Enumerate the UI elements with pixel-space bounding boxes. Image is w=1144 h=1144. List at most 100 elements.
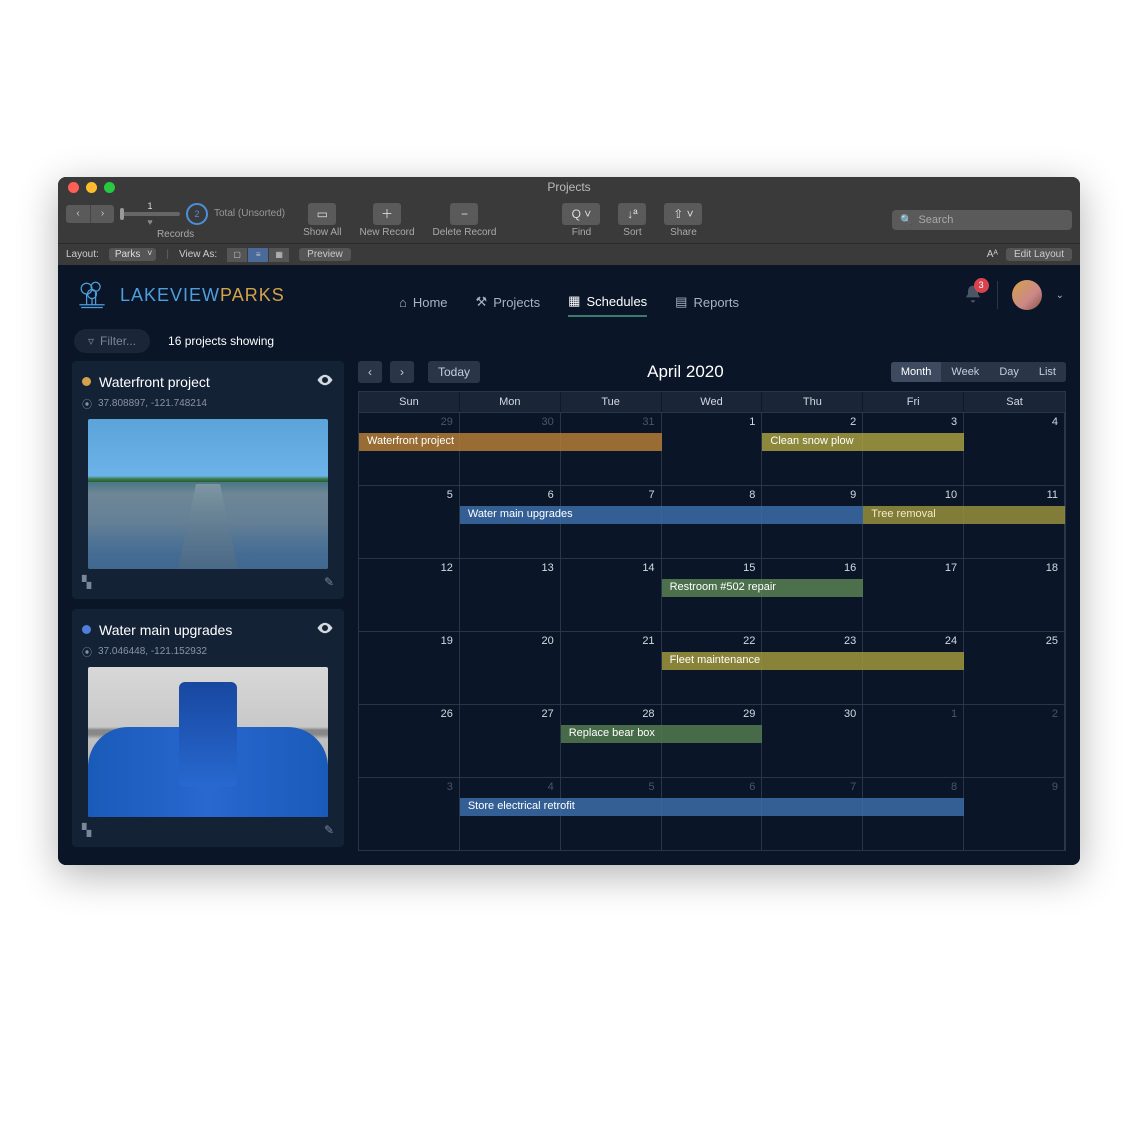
nav-reports[interactable]: ▤Reports <box>675 293 739 317</box>
calendar-cell[interactable]: 17 <box>863 559 964 631</box>
preview-button[interactable]: Preview <box>299 248 351 261</box>
nav-projects[interactable]: ⚒Projects <box>476 293 541 317</box>
search-input[interactable]: 🔍 Search <box>892 210 1072 230</box>
date-number: 16 <box>844 562 856 574</box>
calendar-event[interactable]: Water main upgrades <box>460 506 863 524</box>
view-week[interactable]: Week <box>941 362 989 382</box>
calendar-cell[interactable]: 1 <box>662 413 763 485</box>
hammer-icon: ⚒ <box>476 294 488 310</box>
new-record-label: New Record <box>360 227 415 238</box>
date-number: 28 <box>642 708 654 720</box>
calendar-cell[interactable]: 9 <box>964 778 1065 850</box>
calendar-cell[interactable]: 14 <box>561 559 662 631</box>
card-title: Water main upgrades <box>99 622 308 638</box>
calendar-event[interactable]: Replace bear box <box>561 725 763 743</box>
calendar-event[interactable]: Store electrical retrofit <box>460 798 964 816</box>
delete-record-button[interactable]: − <box>450 203 478 225</box>
layout-label: Layout: <box>66 249 99 260</box>
calendar-event[interactable]: Fleet maintenance <box>662 652 965 670</box>
sort-button[interactable]: ↓ª <box>618 203 646 225</box>
calendar-cell[interactable]: 18 <box>964 559 1065 631</box>
calendar-event[interactable]: Tree removal <box>863 506 1065 524</box>
record-nav[interactable]: ‹ › <box>66 205 114 223</box>
calendar-cell[interactable]: 5 <box>359 486 460 558</box>
prev-record-button[interactable]: ‹ <box>66 205 90 223</box>
day-header: Wed <box>662 392 763 412</box>
calendar-event[interactable]: Waterfront project <box>359 433 662 451</box>
date-number: 23 <box>844 635 856 647</box>
calendar-cell[interactable]: 20 <box>460 632 561 704</box>
calendar-cell[interactable]: 1 <box>863 705 964 777</box>
eye-icon[interactable] <box>316 371 334 392</box>
new-record-button[interactable]: ＋ <box>373 203 401 225</box>
chevron-down-icon[interactable]: ⌄ <box>1056 290 1064 301</box>
view-list[interactable]: List <box>1029 362 1066 382</box>
find-button[interactable]: Q ˅ <box>562 203 600 225</box>
search-icon: 🔍 <box>900 215 912 226</box>
records-label: Records <box>157 229 194 240</box>
calendar-cell[interactable]: 4 <box>964 413 1065 485</box>
calendar-cell[interactable]: 3 <box>359 778 460 850</box>
date-number: 20 <box>541 635 553 647</box>
text-format-button[interactable]: Aᴬ <box>987 249 998 260</box>
share-button[interactable]: ⇧ ˅ <box>664 203 702 225</box>
sort-label: Sort <box>623 227 641 238</box>
card-coords: 37.046448, -121.152932 <box>98 646 207 657</box>
pin-icon: ⦿ <box>82 396 92 411</box>
calendar-cell[interactable]: 2 <box>964 705 1065 777</box>
view-table-icon[interactable]: ▦ <box>269 248 289 262</box>
pencil-icon[interactable]: ✎ <box>324 823 334 837</box>
date-number: 19 <box>441 635 453 647</box>
calendar-cell[interactable]: 12 <box>359 559 460 631</box>
titlebar: Projects <box>58 177 1080 197</box>
view-month[interactable]: Month <box>891 362 942 382</box>
calendar-view-toggle[interactable]: Month Week Day List <box>891 362 1066 382</box>
record-slider[interactable]: 1 ♥ <box>120 201 180 227</box>
view-day[interactable]: Day <box>989 362 1029 382</box>
show-all-button[interactable]: ▭ <box>308 203 336 225</box>
date-number: 30 <box>541 416 553 428</box>
stairs-icon[interactable]: ▚ <box>82 575 91 589</box>
date-number: 2 <box>850 416 856 428</box>
nav-schedules[interactable]: ▦Schedules <box>568 293 647 317</box>
date-number: 22 <box>743 635 755 647</box>
avatar[interactable] <box>1012 280 1042 310</box>
today-button[interactable]: Today <box>428 361 480 383</box>
record-sort-label: Total (Unsorted) <box>214 208 285 219</box>
project-card[interactable]: Water main upgrades ⦿ 37.046448, -121.15… <box>72 609 344 847</box>
calendar-week: 567891011Water main upgradesTree removal <box>359 485 1065 558</box>
calendar-cell[interactable]: 13 <box>460 559 561 631</box>
calendar-event[interactable]: Restroom #502 repair <box>662 579 864 597</box>
cal-next-button[interactable]: › <box>390 361 414 383</box>
date-number: 15 <box>743 562 755 574</box>
calendar-cell[interactable]: 27 <box>460 705 561 777</box>
calendar-icon: ▦ <box>568 293 580 309</box>
filter-input[interactable]: ▿ Filter... <box>74 329 150 353</box>
date-number: 27 <box>541 708 553 720</box>
calendar-cell[interactable]: 21 <box>561 632 662 704</box>
calendar-cell[interactable]: 26 <box>359 705 460 777</box>
layout-select[interactable]: Parks <box>109 248 157 261</box>
view-mode-toggle[interactable]: ▢ ≡ ▦ <box>227 248 289 262</box>
nav-home[interactable]: ⌂Home <box>399 293 448 317</box>
notifications-button[interactable]: 3 <box>963 284 983 307</box>
calendar-cell[interactable]: 25 <box>964 632 1065 704</box>
calendar-cell[interactable]: 19 <box>359 632 460 704</box>
pencil-icon[interactable]: ✎ <box>324 575 334 589</box>
calendar-cell[interactable]: 30 <box>762 705 863 777</box>
date-number: 1 <box>749 416 755 428</box>
view-form-icon[interactable]: ▢ <box>227 248 247 262</box>
date-number: 5 <box>648 781 654 793</box>
calendar-grid: SunMonTueWedThuFriSat 2930311234Waterfro… <box>358 391 1066 851</box>
project-card[interactable]: Waterfront project ⦿ 37.808897, -121.748… <box>72 361 344 599</box>
calendar-event[interactable]: Clean snow plow <box>762 433 964 451</box>
record-total-circle[interactable]: 2 <box>186 203 208 225</box>
stairs-icon[interactable]: ▚ <box>82 823 91 837</box>
view-list-icon[interactable]: ≡ <box>248 248 268 262</box>
date-number: 9 <box>850 489 856 501</box>
cal-prev-button[interactable]: ‹ <box>358 361 382 383</box>
show-all-label: Show All <box>303 227 341 238</box>
next-record-button[interactable]: › <box>90 205 114 223</box>
eye-icon[interactable] <box>316 619 334 640</box>
edit-layout-button[interactable]: Edit Layout <box>1006 248 1072 261</box>
